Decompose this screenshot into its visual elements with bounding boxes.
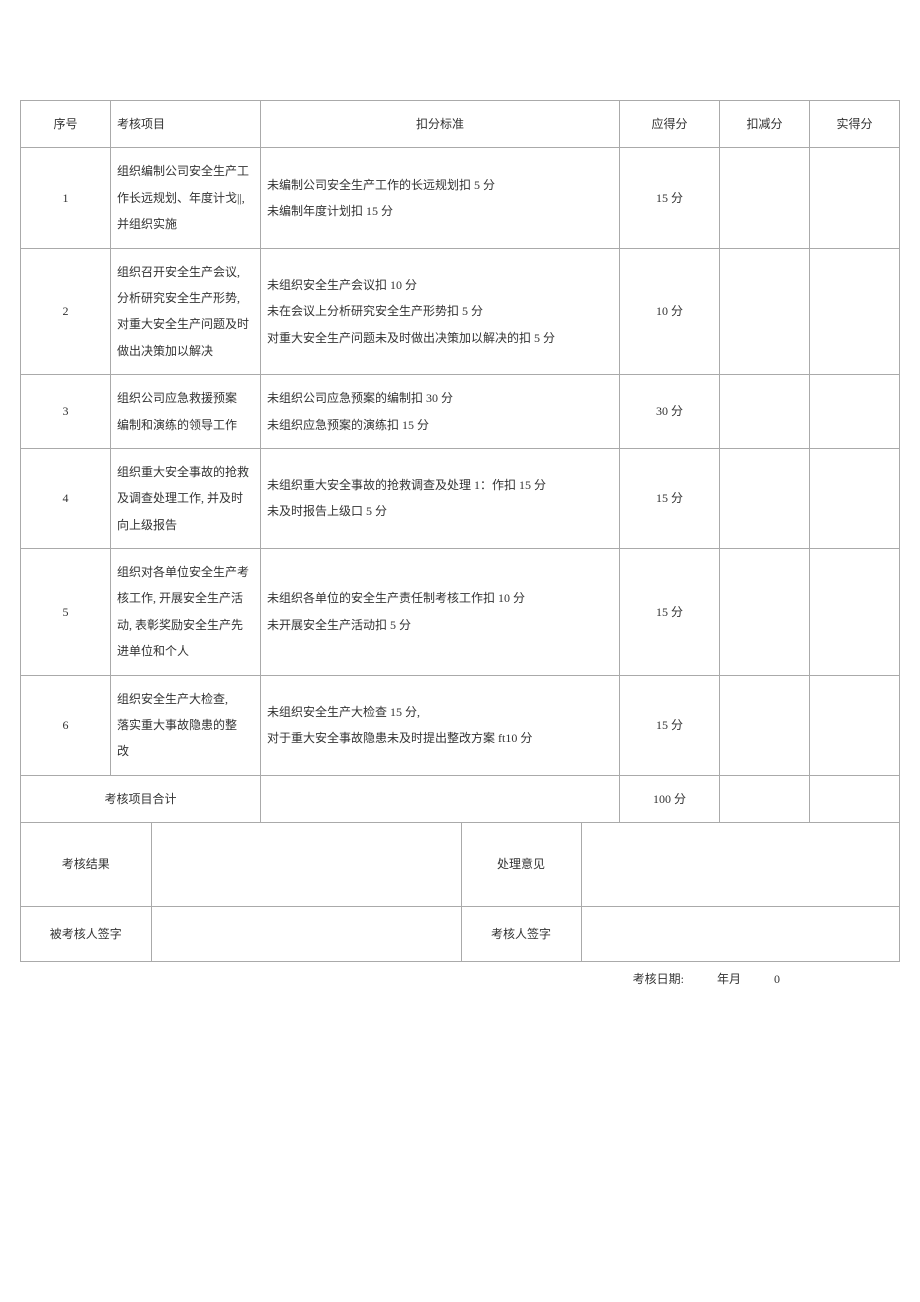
row-item: 组织对各单位安全生产考核工作, 开展安全生产活动, 表彰奖励安全生产先进单位和个… — [111, 549, 261, 676]
row-deduct[interactable] — [720, 675, 810, 775]
header-seq: 序号 — [21, 101, 111, 148]
header-actual: 实得分 — [810, 101, 900, 148]
row-score: 15 分 — [620, 675, 720, 775]
row-actual[interactable] — [810, 448, 900, 548]
row-item: 组织重大安全事故的抢救及调查处理工作, 并及时向上级报告 — [111, 448, 261, 548]
header-score: 应得分 — [620, 101, 720, 148]
row-score: 15 分 — [620, 448, 720, 548]
total-deduct — [720, 775, 810, 822]
table-row: 3组织公司应急救援预案 编制和演练的领导工作未组织公司应急预案的编制扣 30 分… — [21, 375, 900, 449]
row-seq: 1 — [21, 148, 111, 248]
total-standard-blank — [261, 775, 620, 822]
opinion-label: 处理意见 — [461, 823, 581, 905]
footer-zero: 0 — [774, 972, 780, 986]
row-deduct[interactable] — [720, 549, 810, 676]
table-body: 1组织编制公司安全生产工作长远规划、年度计戈||, 并组织实施未编制公司安全生产… — [21, 148, 900, 775]
row-score: 30 分 — [620, 375, 720, 449]
row-seq: 6 — [21, 675, 111, 775]
row-actual[interactable] — [810, 549, 900, 676]
row-item: 组织公司应急救援预案 编制和演练的领导工作 — [111, 375, 261, 449]
assessed-sign-value[interactable] — [151, 907, 461, 961]
opinion-value[interactable] — [581, 823, 899, 905]
assessor-sign-value[interactable] — [581, 907, 899, 961]
row-actual[interactable] — [810, 375, 900, 449]
row-item: 组织安全生产大检查, 落实重大事故隐患的整 改 — [111, 675, 261, 775]
total-label: 考核项目合计 — [21, 775, 261, 822]
header-standard: 扣分标准 — [261, 101, 620, 148]
row-item: 组织编制公司安全生产工作长远规划、年度计戈||, 并组织实施 — [111, 148, 261, 248]
row-score: 10 分 — [620, 248, 720, 375]
row-actual[interactable] — [810, 148, 900, 248]
row-standard: 未组织各单位的安全生产责任制考核工作扣 10 分 未开展安全生产活动扣 5 分 — [261, 549, 620, 676]
footer-date-line: 考核日期: 年月 0 — [20, 970, 900, 987]
row-standard: 未组织安全生产大检查 15 分, 对于重大安全事故隐患未及时提出整改方案 ft1… — [261, 675, 620, 775]
table-row: 6组织安全生产大检查, 落实重大事故隐患的整 改未组织安全生产大检查 15 分,… — [21, 675, 900, 775]
row-score: 15 分 — [620, 148, 720, 248]
row-deduct[interactable] — [720, 148, 810, 248]
row-standard: 未组织公司应急预案的编制扣 30 分 未组织应急预案的演练扣 15 分 — [261, 375, 620, 449]
footer-year-month: 年月 — [717, 972, 741, 986]
row-seq: 2 — [21, 248, 111, 375]
header-row: 序号 考核项目 扣分标准 应得分 扣减分 实得分 — [21, 101, 900, 148]
row-actual[interactable] — [810, 248, 900, 375]
result-value[interactable] — [151, 823, 461, 905]
result-label: 考核结果 — [21, 823, 151, 905]
row-standard: 未编制公司安全生产工作的长远规划扣 5 分 未编制年度计划扣 15 分 — [261, 148, 620, 248]
table-row: 5组织对各单位安全生产考核工作, 开展安全生产活动, 表彰奖励安全生产先进单位和… — [21, 549, 900, 676]
row-seq: 5 — [21, 549, 111, 676]
table-row: 1组织编制公司安全生产工作长远规划、年度计戈||, 并组织实施未编制公司安全生产… — [21, 148, 900, 248]
row-seq: 4 — [21, 448, 111, 548]
table-row: 2组织召开安全生产会议, 分析研究安全生产形势, 对重大安全生产问题及时做出决策… — [21, 248, 900, 375]
row-deduct[interactable] — [720, 248, 810, 375]
table-row: 4组织重大安全事故的抢救及调查处理工作, 并及时向上级报告未组织重大安全事故的抢… — [21, 448, 900, 548]
assessor-sign-label: 考核人签字 — [461, 907, 581, 961]
row-standard: 未组织安全生产会议扣 10 分 未在会议上分析研究安全生产形势扣 5 分 对重大… — [261, 248, 620, 375]
row-item: 组织召开安全生产会议, 分析研究安全生产形势, 对重大安全生产问题及时做出决策加… — [111, 248, 261, 375]
total-score: 100 分 — [620, 775, 720, 822]
header-deduct: 扣减分 — [720, 101, 810, 148]
row-seq: 3 — [21, 375, 111, 449]
header-item: 考核项目 — [111, 101, 261, 148]
row-actual[interactable] — [810, 675, 900, 775]
total-row: 考核项目合计 100 分 — [21, 775, 900, 822]
total-actual — [810, 775, 900, 822]
footer-date-label: 考核日期: — [633, 972, 684, 986]
row-standard: 未组织重大安全事故的抢救调查及处理 1：作扣 15 分 未及时报告上级口 5 分 — [261, 448, 620, 548]
assessed-sign-label: 被考核人签字 — [21, 907, 151, 961]
result-row: 考核结果 处理意见 — [21, 823, 900, 906]
row-deduct[interactable] — [720, 448, 810, 548]
sign-row: 被考核人签字 考核人签字 — [21, 906, 900, 961]
row-deduct[interactable] — [720, 375, 810, 449]
assessment-table: 序号 考核项目 扣分标准 应得分 扣减分 实得分 1组织编制公司安全生产工作长远… — [20, 100, 900, 962]
row-score: 15 分 — [620, 549, 720, 676]
